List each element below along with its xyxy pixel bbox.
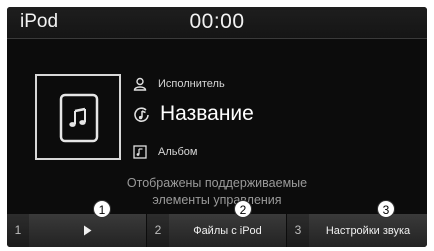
music-note-icon xyxy=(134,106,149,122)
softkey-number: 3 xyxy=(287,214,309,247)
track-title: Название xyxy=(160,102,254,125)
softkey-number: 2 xyxy=(147,214,169,247)
ipod-files-softkey[interactable]: 2 Файлы с iPod xyxy=(147,214,287,247)
artist-name: Исполнитель xyxy=(158,78,225,90)
header-bar: iPod 00:00 xyxy=(7,7,427,39)
controls-notice: Отображены поддерживаемые элементы управ… xyxy=(77,175,357,209)
softkey-label: Настройки звука xyxy=(325,224,411,237)
album-name: Альбом xyxy=(158,146,198,158)
softkey-number: 1 xyxy=(7,214,29,247)
album-icon xyxy=(133,145,147,159)
artist-row: Исполнитель xyxy=(133,77,225,91)
softkey-label: Файлы с iPod xyxy=(193,224,262,237)
album-artwork xyxy=(35,74,121,160)
album-row: Альбом xyxy=(133,145,197,159)
title-row: Название xyxy=(133,102,254,126)
callout-marker-1: 1 xyxy=(93,200,111,218)
play-softkey[interactable]: 1 xyxy=(7,214,147,247)
callout-marker-2: 2 xyxy=(234,200,252,218)
softkey-bar: 1 2 Файлы с iPod 3 Настройки звука xyxy=(7,214,427,247)
notice-line-1: Отображены поддерживаемые xyxy=(126,176,308,190)
ipod-screen: iPod 00:00 Исполнитель Название Альбом О… xyxy=(7,7,427,247)
music-file-icon xyxy=(59,93,99,143)
sound-settings-softkey[interactable]: 3 Настройки звука xyxy=(287,214,427,247)
play-icon xyxy=(29,225,146,236)
clock: 00:00 xyxy=(189,10,245,33)
notice-line-2: элементы управления xyxy=(152,193,282,207)
callout-marker-3: 3 xyxy=(377,200,395,218)
person-icon xyxy=(133,77,147,91)
